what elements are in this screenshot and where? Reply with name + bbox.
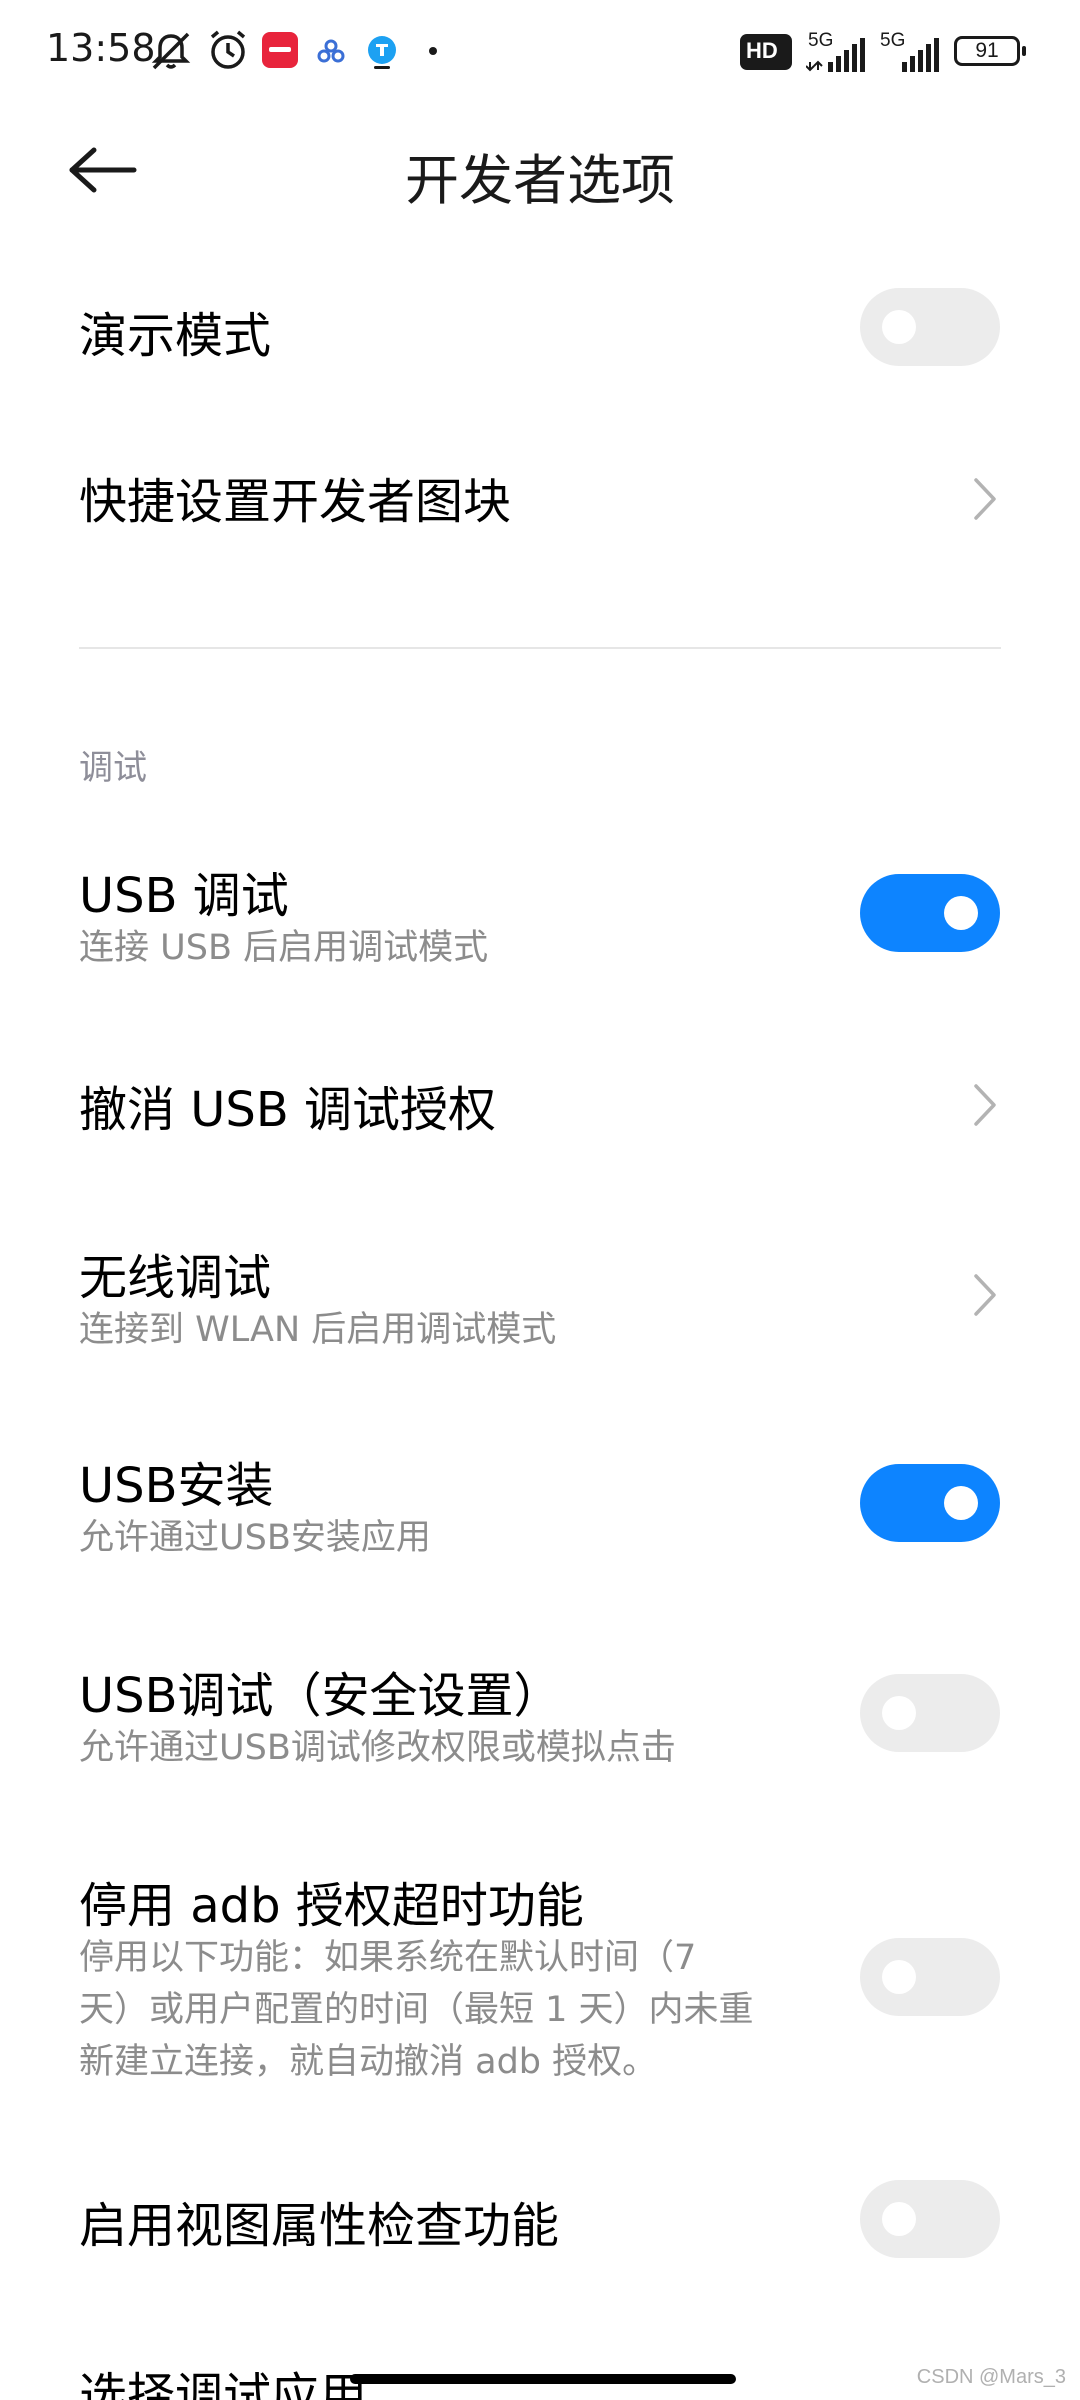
toggle-knob xyxy=(882,1960,916,1994)
section-header-debug: 调试 xyxy=(79,748,147,788)
view-attribute-inspection-toggle[interactable] xyxy=(860,2180,1000,2258)
battery-tip xyxy=(1022,46,1026,56)
signal-strength-1-icon xyxy=(806,38,865,72)
demo-mode-title: 演示模式 xyxy=(79,308,272,364)
usb-debugging-security-row[interactable]: USB调试（安全设置） 允许通过USB调试修改权限或模拟点击 xyxy=(0,1640,1080,1790)
quick-settings-tiles-row[interactable]: 快捷设置开发者图块 xyxy=(0,430,1080,570)
hd-label: HD xyxy=(746,38,778,63)
quick-settings-tiles-title: 快捷设置开发者图块 xyxy=(79,474,512,530)
usb-debugging-row[interactable]: USB 调试 连接 USB 后启用调试模式 xyxy=(0,840,1080,990)
usb-debugging-subtitle: 连接 USB 后启用调试模式 xyxy=(79,928,489,968)
demo-mode-toggle[interactable] xyxy=(860,288,1000,366)
red-app-notification-icon xyxy=(262,32,298,68)
toggle-knob xyxy=(882,2202,916,2236)
cloud-app-notification-icon xyxy=(317,39,345,63)
revoke-usb-debugging-title: 撤消 USB 调试授权 xyxy=(79,1082,497,1138)
disable-adb-timeout-row[interactable]: 停用 adb 授权超时功能 停用以下功能：如果系统在默认时间（7 天）或用户配置… xyxy=(0,1850,1080,2100)
signal-strength-2-icon xyxy=(902,38,939,72)
wireless-debugging-subtitle: 连接到 WLAN 后启用调试模式 xyxy=(79,1310,557,1350)
view-attribute-inspection-row[interactable]: 启用视图属性检查功能 xyxy=(0,2150,1080,2280)
status-bar: 13:58 HD 5G 5G 91 xyxy=(0,0,1080,100)
usb-debugging-toggle[interactable] xyxy=(860,874,1000,952)
home-indicator[interactable] xyxy=(350,2374,736,2384)
toggle-knob xyxy=(944,1486,978,1520)
toggle-knob xyxy=(882,1696,916,1730)
mute-notifications-icon xyxy=(151,32,191,70)
chevron-right-icon xyxy=(974,1084,996,1126)
battery-icon: 91 xyxy=(954,36,1026,66)
wireless-debugging-row[interactable]: 无线调试 连接到 WLAN 后启用调试模式 xyxy=(0,1220,1080,1370)
toggle-knob xyxy=(944,896,978,930)
usb-install-row[interactable]: USB安装 允许通过USB安装应用 xyxy=(0,1430,1080,1580)
alarm-icon xyxy=(210,30,246,69)
status-time: 13:58 xyxy=(46,26,156,70)
disable-adb-timeout-title: 停用 adb 授权超时功能 xyxy=(79,1878,584,1934)
view-attribute-inspection-title: 启用视图属性检查功能 xyxy=(79,2198,560,2254)
chevron-right-icon xyxy=(974,478,996,520)
select-debug-app-title: 选择调试应用 xyxy=(79,2368,368,2400)
page-title: 开发者选项 xyxy=(405,149,675,212)
demo-mode-row[interactable]: 演示模式 xyxy=(0,260,1080,400)
disable-adb-timeout-subtitle-line-1: 停用以下功能：如果系统在默认时间（7 xyxy=(79,1938,697,1978)
disable-adb-timeout-subtitle-line-3: 新建立连接，就自动撤消 adb 授权。 xyxy=(79,2042,658,2082)
battery-level: 91 xyxy=(975,39,999,62)
developer-options-screen: 13:58 HD 5G 5G 91 开发者选项 演示模式 快捷设置开发者图块 调… xyxy=(0,0,1080,2400)
watermark: CSDN @Mars_3 xyxy=(916,2366,1066,2388)
chevron-right-icon xyxy=(974,1274,996,1316)
more-notifications-dot-icon xyxy=(429,47,437,55)
usb-install-title: USB安装 xyxy=(79,1458,274,1514)
wireless-debugging-title: 无线调试 xyxy=(79,1250,272,1306)
usb-install-subtitle: 允许通过USB安装应用 xyxy=(79,1518,431,1558)
usb-debugging-title: USB 调试 xyxy=(79,868,289,924)
usb-install-toggle[interactable] xyxy=(860,1464,1000,1542)
translate-app-notification-icon xyxy=(368,36,396,69)
disable-adb-timeout-toggle[interactable] xyxy=(860,1938,1000,2016)
usb-debugging-security-subtitle: 允许通过USB调试修改权限或模拟点击 xyxy=(79,1728,676,1768)
usb-debugging-security-toggle[interactable] xyxy=(860,1674,1000,1752)
disable-adb-timeout-subtitle-line-2: 天）或用户配置的时间（最短 1 天）内未重 xyxy=(79,1990,754,2030)
revoke-usb-debugging-row[interactable]: 撤消 USB 调试授权 xyxy=(0,1040,1080,1170)
toggle-knob xyxy=(882,310,916,344)
usb-debugging-security-title: USB调试（安全设置） xyxy=(79,1668,562,1724)
section-divider xyxy=(79,647,1001,649)
hd-voice-icon: HD xyxy=(740,34,792,70)
